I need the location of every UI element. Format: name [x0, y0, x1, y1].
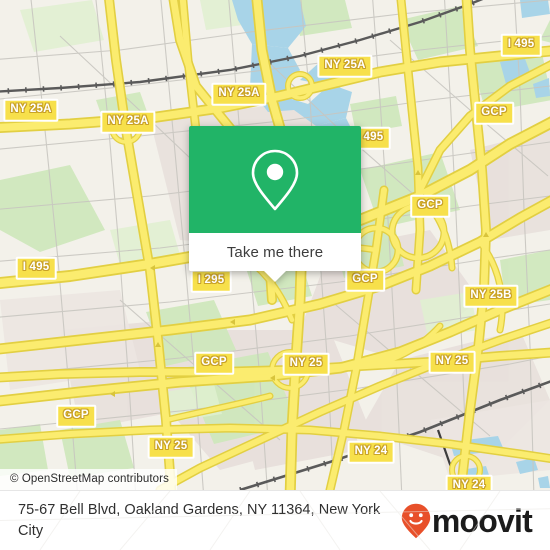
highway-shield: I 495	[15, 256, 57, 280]
highway-shield: I 295	[190, 269, 232, 293]
highway-shield: GCP	[56, 404, 96, 428]
highway-shield: NY 24	[445, 474, 493, 490]
highway-shield: NY 24	[347, 440, 395, 464]
highway-shield: NY 25	[147, 435, 195, 459]
take-me-there-button[interactable]: Take me there	[189, 233, 361, 271]
highway-shield: NY 25A	[211, 82, 267, 106]
address-text: 75-67 Bell Blvd, Oakland Gardens, NY 113…	[18, 501, 381, 539]
map-screen: NY 25A NY 25A NY 25A NY 25A I 495 GCP I 495 GCP…	[0, 0, 550, 550]
highway-shield: NY 25	[282, 352, 330, 376]
moovit-wordmark: moovit	[431, 502, 533, 539]
popup-tail	[264, 271, 286, 282]
popup-body: Take me there	[189, 126, 361, 282]
highway-shield: GCP	[474, 101, 514, 125]
highway-shield: NY 25A	[100, 110, 156, 134]
osm-attribution: © OpenStreetMap contributors	[0, 469, 177, 490]
highway-shield: GCP	[345, 268, 385, 292]
highway-shield: GCP	[410, 194, 450, 218]
highway-shield: NY 25A	[3, 98, 59, 122]
highway-shield: NY 25B	[463, 284, 519, 308]
highway-shield: NY 25A	[317, 54, 373, 78]
popup-image-area	[189, 126, 361, 233]
moovit-smiley-pin-icon	[401, 503, 431, 538]
highway-shield: I 495	[500, 33, 542, 57]
map-popup-card[interactable]: Take me there	[189, 126, 361, 282]
highway-shield: GCP	[194, 351, 234, 375]
highway-shield: NY 25	[428, 350, 476, 374]
location-pin-icon	[251, 149, 299, 210]
footer-bar: 75-67 Bell Blvd, Oakland Gardens, NY 113…	[0, 490, 550, 550]
moovit-logo[interactable]: moovit	[401, 503, 538, 539]
